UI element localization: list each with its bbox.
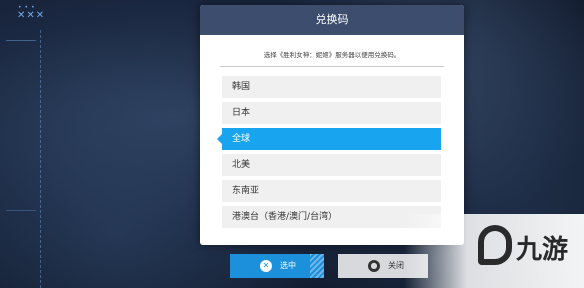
decor-line-h — [6, 40, 36, 41]
dialog-description: 选择《胜利女神：妮姬》服务器以便用兑换码。 — [263, 51, 401, 59]
corner-decor-icon: ✕✕✕ — [17, 10, 46, 21]
server-item-japan[interactable]: 日本 — [222, 102, 441, 124]
select-button-label: 选中 — [280, 261, 296, 270]
server-item-global[interactable]: 全球 — [217, 128, 441, 150]
dialog-title: 兑换码 — [200, 5, 464, 35]
server-item-north-america[interactable]: 北美 — [222, 154, 441, 176]
close-button-label: 关闭 — [388, 261, 404, 270]
watermark-text: 九游 — [516, 235, 569, 265]
divider — [220, 66, 444, 67]
select-button[interactable]: ✕ 选中 — [230, 254, 324, 278]
stripe-decor — [310, 254, 324, 278]
redeem-code-dialog: 兑换码 选择《胜利女神：妮姬》服务器以便用兑换码。 韩国 日本 全球 北美 东南… — [200, 5, 464, 245]
watermark-logo-icon — [478, 225, 512, 265]
server-item-korea[interactable]: 韩国 — [222, 76, 441, 98]
close-x-icon: ✕ — [260, 260, 272, 272]
server-item-southeast-asia[interactable]: 东南亚 — [222, 180, 441, 202]
server-list: 韩国 日本 全球 北美 东南亚 港澳台（香港/澳门/台湾） — [217, 76, 441, 232]
decor-line — [6, 30, 41, 288]
circle-icon: ● — [368, 260, 380, 272]
decor-line-h2 — [6, 210, 36, 211]
